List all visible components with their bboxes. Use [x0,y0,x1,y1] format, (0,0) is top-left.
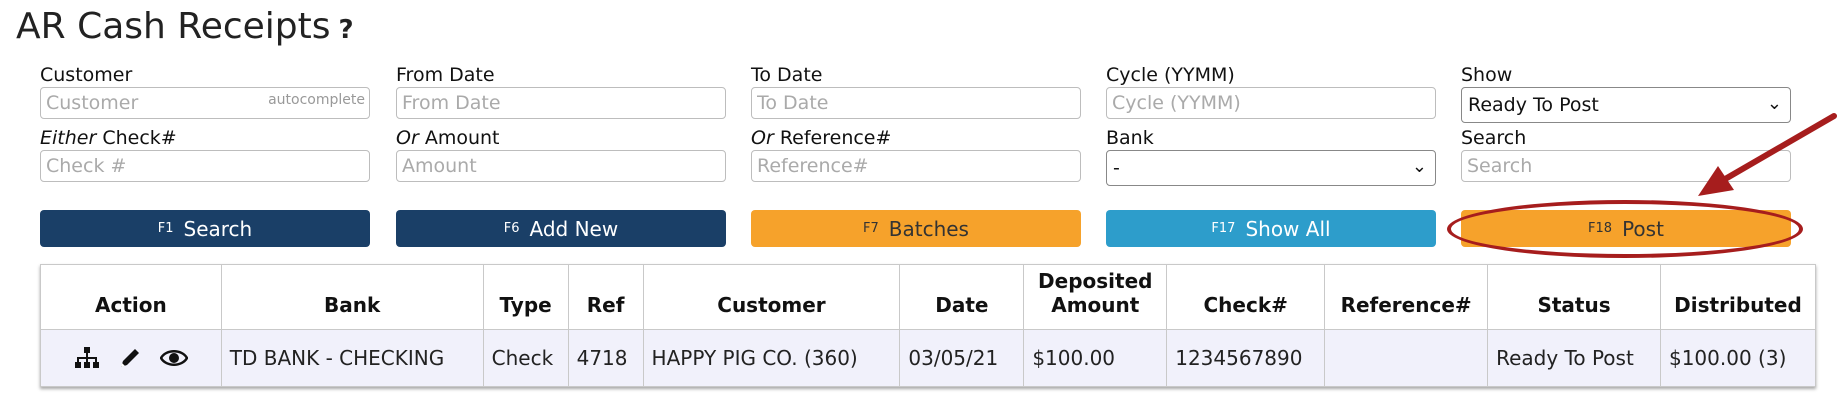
amount-field: Or Amount [396,127,726,182]
help-icon[interactable]: ? [339,15,354,45]
to-date-label: To Date [751,64,823,86]
table-header-row: Action Bank Type Ref Customer Date Depos… [40,264,1817,330]
eye-icon[interactable] [159,347,188,369]
col-type[interactable]: Type [482,264,569,330]
chevron-down-icon: ⌄ [1411,156,1427,177]
amount-label: Or Amount [396,127,726,149]
add-new-button-label: Add New [529,216,619,241]
cell-customer: HAPPY PIG CO. (360) [642,329,901,387]
customer-field: Customer autocomplete [40,64,370,119]
col-distributed[interactable]: Distributed [1659,264,1817,330]
search-button-key: F1 [157,221,174,236]
batches-button[interactable]: F7 Batches [751,210,1081,247]
customer-label: Customer [40,64,133,86]
col-status[interactable]: Status [1487,264,1661,330]
cell-date: 03/05/21 [899,329,1025,387]
hierarchy-icon[interactable] [74,346,100,370]
reference-label-text: Reference# [773,127,892,149]
col-bank[interactable]: Bank [220,264,484,330]
pencil-icon[interactable] [118,346,142,370]
bank-select-value: - [1113,157,1120,179]
col-customer[interactable]: Customer [642,264,901,330]
cell-status: Ready To Post [1487,329,1661,387]
check-input[interactable] [41,151,369,181]
amount-label-text: Amount [418,127,500,149]
cell-type: Check [482,329,569,387]
row-actions [40,329,222,387]
bank-label: Bank [1106,127,1154,149]
reference-label: Or Reference# [751,127,1081,149]
cycle-label: Cycle (YYMM) [1106,64,1235,86]
col-date[interactable]: Date [899,264,1025,330]
cell-reference [1324,329,1489,387]
cell-check: 1234567890 [1166,329,1326,387]
cell-deposited: $100.00 [1023,329,1168,387]
add-new-button[interactable]: F6 Add New [396,210,726,247]
batches-button-key: F7 [863,221,879,236]
autocomplete-hint: autocomplete [268,92,365,108]
reference-field: Or Reference# [751,127,1081,182]
amount-input[interactable] [397,151,725,181]
page-title: AR Cash Receipts? [16,6,354,47]
from-date-label: From Date [396,64,495,86]
annotation-arrow [1698,113,1837,196]
reference-input[interactable] [752,151,1080,181]
add-new-button-key: F6 [503,221,520,236]
from-date-input[interactable] [397,88,725,118]
col-reference[interactable]: Reference# [1324,264,1489,330]
check-field: Either Check# [40,127,370,182]
cell-distributed: $100.00 (3) [1659,329,1817,387]
search-button[interactable]: F1 Search [40,210,370,247]
check-label-text: Check# [96,127,177,149]
col-action: Action [40,264,222,330]
to-date-field: To Date [751,64,1081,119]
search-button-label: Search [183,216,253,241]
cycle-field: Cycle (YYMM) [1106,64,1436,119]
cell-bank: TD BANK - CHECKING [220,329,484,387]
from-date-field: From Date [396,64,726,119]
show-label: Show [1461,64,1513,86]
show-all-button[interactable]: F17 Show All [1106,210,1436,247]
to-date-input[interactable] [752,88,1080,118]
batches-button-label: Batches [888,216,969,241]
bank-field: Bank - ⌄ [1106,127,1436,186]
page-title-text: AR Cash Receipts [16,6,331,47]
table-row[interactable]: TD BANK - CHECKING Check 4718 HAPPY PIG … [40,329,1817,387]
bank-select[interactable]: - ⌄ [1106,150,1436,186]
receipts-table: Action Bank Type Ref Customer Date Depos… [40,264,1817,387]
cell-ref: 4718 [567,329,644,387]
check-label-em: Either [40,127,97,149]
show-all-button-label: Show All [1245,216,1331,241]
amount-label-em: Or [396,127,419,149]
show-select-value: Ready To Post [1468,94,1599,116]
show-all-button-key: F17 [1211,221,1236,236]
cycle-input[interactable] [1107,88,1435,118]
check-label: Either Check# [40,127,370,149]
col-deposited[interactable]: Deposited Amount [1023,264,1168,330]
col-check[interactable]: Check# [1166,264,1326,330]
reference-label-em: Or [751,127,774,149]
col-ref[interactable]: Ref [567,264,644,330]
